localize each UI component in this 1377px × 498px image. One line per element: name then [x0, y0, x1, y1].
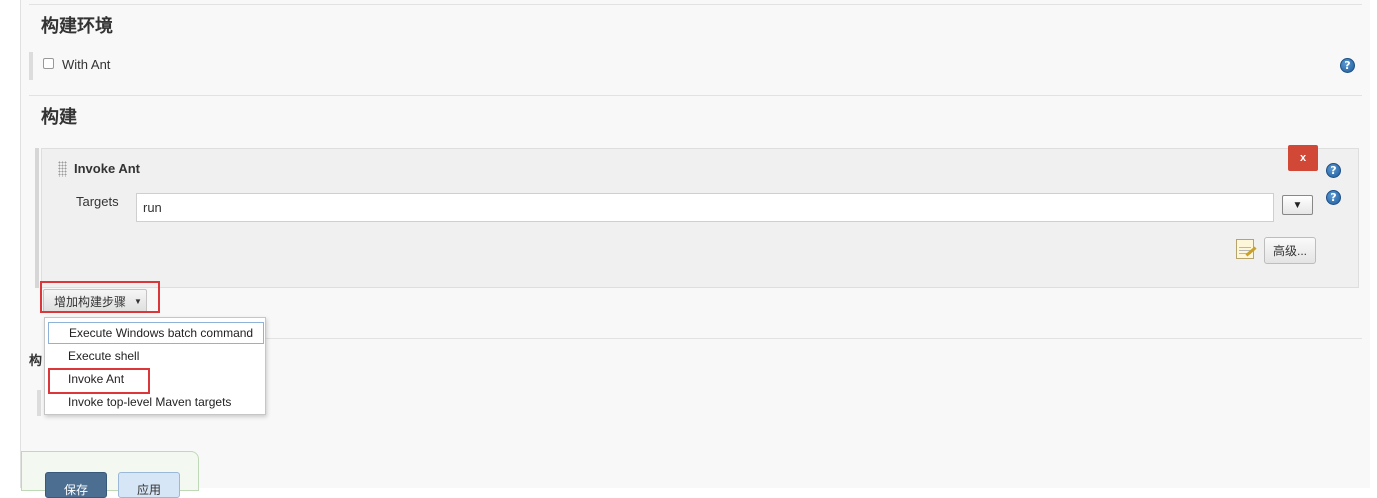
- menu-item-shell[interactable]: Execute shell: [48, 345, 264, 367]
- divider: [29, 4, 1362, 5]
- notepad-icon[interactable]: [1236, 239, 1254, 259]
- advanced-button[interactable]: 高级...: [1264, 237, 1316, 264]
- invoke-ant-step: Invoke Ant x Targets run ▼ 高级...: [41, 145, 1359, 288]
- section-indent-bar: [37, 390, 41, 416]
- with-ant-label: With Ant: [62, 57, 111, 72]
- step-indent-bar: [35, 148, 39, 288]
- help-icon[interactable]: ?: [1326, 190, 1341, 205]
- config-page: 构建环境 With Ant ? 构建 Invoke Ant x Targets …: [20, 0, 1370, 498]
- expand-textarea-button[interactable]: ▼: [1282, 195, 1313, 215]
- targets-label: Targets: [76, 194, 119, 209]
- delete-step-button[interactable]: x: [1288, 145, 1318, 171]
- menu-item-maven[interactable]: Invoke top-level Maven targets: [48, 391, 264, 413]
- step-title: Invoke Ant: [74, 161, 140, 176]
- add-step-menu: Execute Windows batch command Execute sh…: [44, 317, 266, 415]
- drag-handle-icon[interactable]: [58, 161, 67, 177]
- highlight-box: [40, 281, 160, 313]
- divider: [261, 338, 1362, 339]
- section-indent-bar: [29, 52, 33, 80]
- post-build-title-partial: 构: [29, 353, 43, 368]
- highlight-box: [48, 368, 150, 394]
- apply-button[interactable]: 应用: [118, 472, 180, 498]
- build-env-title: 构建环境: [41, 16, 113, 37]
- with-ant-checkbox[interactable]: [43, 58, 54, 69]
- divider: [29, 95, 1362, 96]
- menu-item-windows-batch[interactable]: Execute Windows batch command: [48, 322, 264, 344]
- with-ant-option[interactable]: With Ant: [43, 57, 110, 72]
- save-button[interactable]: 保存: [45, 472, 107, 498]
- help-icon[interactable]: ?: [1340, 58, 1355, 73]
- targets-input[interactable]: run: [136, 193, 1274, 222]
- build-title: 构建: [41, 107, 77, 128]
- help-icon[interactable]: ?: [1326, 163, 1341, 178]
